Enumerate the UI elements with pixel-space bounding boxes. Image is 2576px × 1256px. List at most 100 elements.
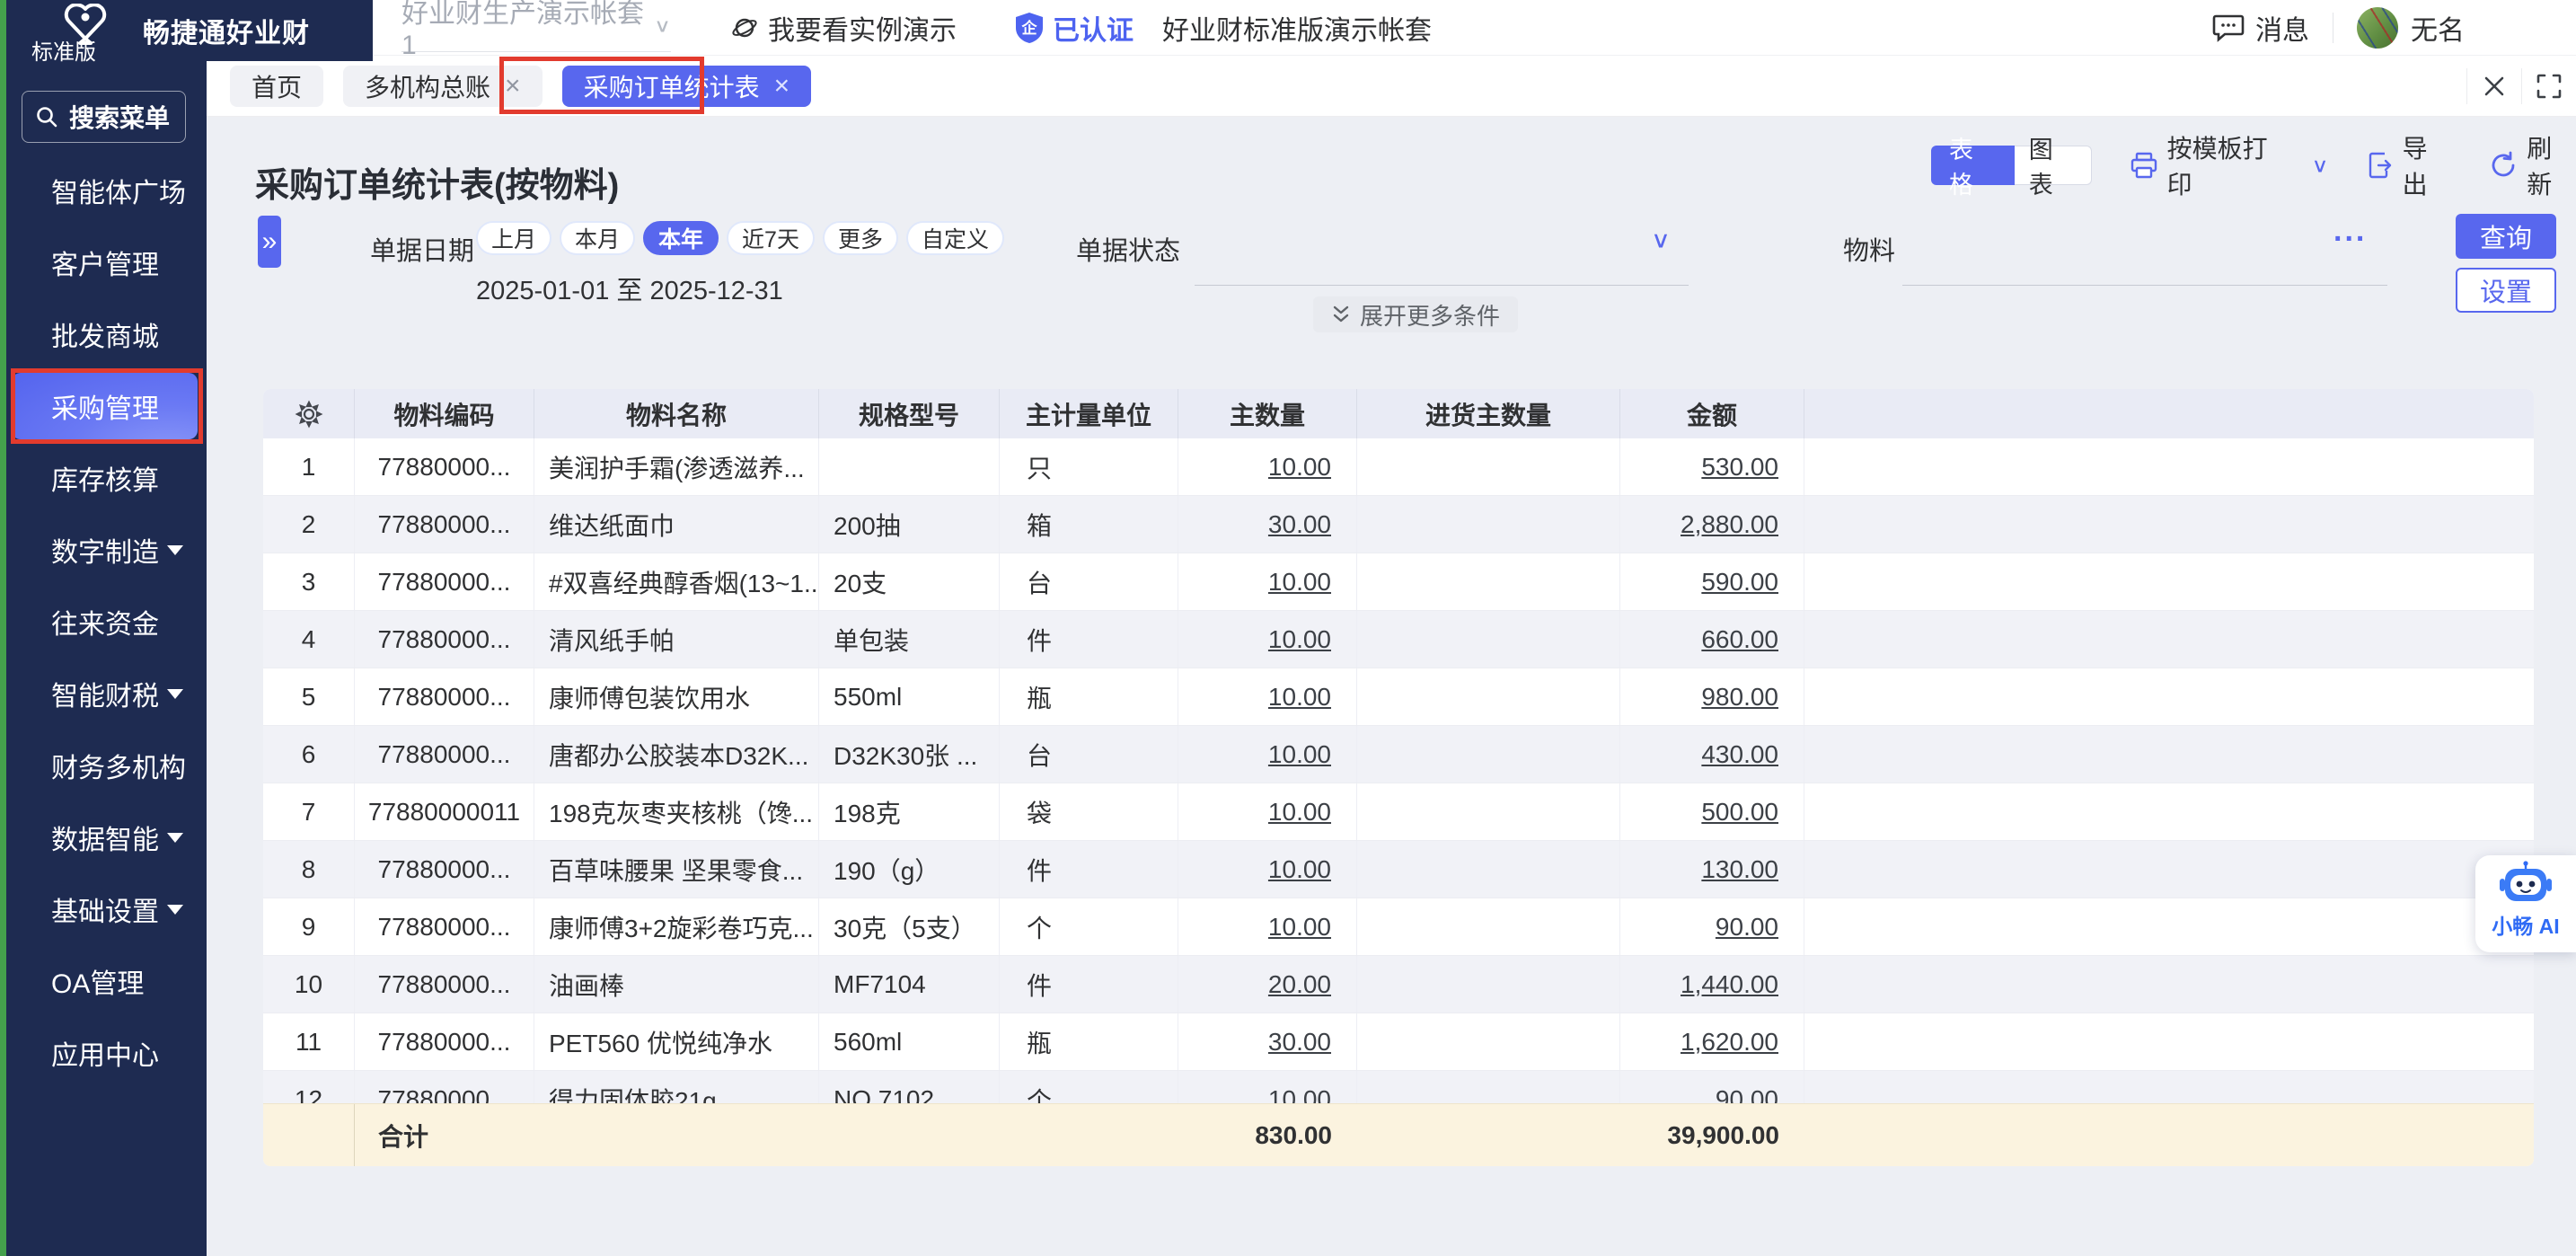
sidebar-item[interactable]: 财务多机构 — [6, 730, 207, 801]
settings-button[interactable]: 设置 — [2456, 268, 2556, 313]
amount-cell: 130.00 — [1620, 841, 1804, 898]
account-selector[interactable]: 好业财生产演示帐套1 ∨ — [401, 0, 671, 52]
material-picker-ellipsis-icon[interactable]: ... — [2333, 214, 2367, 249]
chevron-down-icon[interactable]: ∨ — [2312, 154, 2329, 177]
sidebar-item[interactable]: 智能财税 — [6, 658, 207, 730]
main-qty-link[interactable]: 30.00 — [1268, 1028, 1331, 1057]
tab[interactable]: 采购订单统计表× — [562, 66, 812, 107]
tab-close-icon[interactable]: × — [505, 73, 521, 100]
sidebar-item-label: OA管理 — [51, 961, 144, 1001]
sidebar-item[interactable]: 库存核算 — [6, 442, 207, 514]
column-header-purchase-main-qty[interactable]: 进货主数量 — [1357, 389, 1620, 438]
main-qty-link[interactable]: 10.00 — [1268, 913, 1331, 942]
main-qty-link[interactable]: 10.00 — [1268, 568, 1331, 597]
date-preset-pill[interactable]: 近7天 — [727, 221, 815, 255]
close-icon[interactable] — [2467, 56, 2521, 117]
column-header-main-qty[interactable]: 主数量 — [1178, 389, 1357, 438]
main-qty-link[interactable]: 10.00 — [1268, 1085, 1331, 1104]
sidebar-item[interactable]: 智能体广场 — [6, 155, 207, 226]
main-qty-link[interactable]: 30.00 — [1268, 510, 1331, 539]
main-qty-cell: 10.00 — [1178, 611, 1357, 668]
material-input-underline[interactable] — [1902, 285, 2387, 286]
avatar[interactable] — [2357, 7, 2398, 49]
date-filter-label: 单据日期 — [370, 230, 474, 268]
amount-link[interactable]: 1,440.00 — [1681, 970, 1778, 999]
amount-link[interactable]: 590.00 — [1701, 568, 1778, 597]
amount-link[interactable]: 980.00 — [1701, 683, 1778, 712]
column-settings-button[interactable] — [263, 389, 355, 438]
sidebar-item[interactable]: 客户管理 — [6, 226, 207, 298]
base-unit-cell: 瓶 — [1000, 668, 1178, 725]
amount-link[interactable]: 90.00 — [1716, 1085, 1778, 1104]
amount-link[interactable]: 1,620.00 — [1681, 1028, 1778, 1057]
amount-link[interactable]: 430.00 — [1701, 740, 1778, 769]
material-name-cell: PET560 优悦纯净水 — [534, 1013, 819, 1070]
query-button[interactable]: 查询 — [2456, 214, 2556, 259]
account-selector-value: 好业财生产演示帐套1 — [401, 0, 654, 61]
sidebar-item[interactable]: 数字制造 — [6, 514, 207, 586]
ai-assistant-widget[interactable]: 小畅 AI — [2475, 855, 2576, 952]
main-qty-link[interactable]: 20.00 — [1268, 970, 1331, 999]
view-toggle-table[interactable]: 表格 — [1931, 146, 2015, 185]
sidebar-item[interactable]: OA管理 — [6, 945, 207, 1017]
row-number: 9 — [263, 898, 355, 955]
amount-link[interactable]: 2,880.00 — [1681, 510, 1778, 539]
tab[interactable]: 首页 — [230, 66, 323, 107]
main-qty-link[interactable]: 10.00 — [1268, 798, 1331, 827]
amount-cell: 530.00 — [1620, 438, 1804, 495]
sidebar-item[interactable]: 数据智能 — [6, 801, 207, 873]
export-button[interactable]: 导出 — [2367, 129, 2452, 201]
main-qty-link[interactable]: 10.00 — [1268, 855, 1331, 884]
expand-more-conditions-button[interactable]: 展开更多条件 — [1313, 296, 1518, 332]
fullscreen-icon[interactable] — [2522, 56, 2576, 117]
refresh-button[interactable]: 刷新 — [2489, 129, 2576, 201]
column-header-spec-model[interactable]: 规格型号 — [819, 389, 1000, 438]
logo[interactable]: 畅捷通好业财 标准版 — [6, 0, 373, 61]
amount-link[interactable]: 90.00 — [1716, 913, 1778, 942]
sidebar-item[interactable]: 采购管理 — [6, 370, 207, 442]
main-qty-link[interactable]: 10.00 — [1268, 683, 1331, 712]
table-row: 777880000011198克灰枣夹核桃（馋...198克袋10.00500.… — [263, 783, 2534, 841]
tab[interactable]: 多机构总账× — [343, 66, 543, 107]
collapse-filters-button[interactable]: » — [258, 216, 281, 268]
main-qty-link[interactable]: 10.00 — [1268, 453, 1331, 482]
print-by-template-button[interactable]: 按模板打印 ∨ — [2130, 129, 2329, 201]
status-select-underline[interactable] — [1195, 285, 1689, 286]
date-preset-pill[interactable]: 本月 — [560, 221, 635, 255]
main-qty-link[interactable]: 10.00 — [1268, 740, 1331, 769]
screen-left-edge — [0, 0, 6, 1256]
amount-link[interactable]: 530.00 — [1701, 453, 1778, 482]
column-header-material-name[interactable]: 物料名称 — [534, 389, 819, 438]
material-code-cell: 77880000011 — [355, 783, 534, 840]
row-filler — [1804, 668, 2534, 725]
date-preset-pill[interactable]: 自定义 — [906, 221, 1004, 255]
sidebar-item[interactable]: 应用中心 — [6, 1017, 207, 1089]
sidebar-item[interactable]: 批发商城 — [6, 298, 207, 370]
date-range-value[interactable]: 2025-01-01 至 2025-12-31 — [476, 270, 783, 307]
date-preset-pill[interactable]: 本年 — [643, 221, 719, 255]
amount-link[interactable]: 130.00 — [1701, 855, 1778, 884]
column-header-material-code[interactable]: 物料编码 — [355, 389, 534, 438]
material-filter-label: 物料 — [1843, 230, 1895, 268]
row-number: 11 — [263, 1013, 355, 1070]
chevron-down-icon[interactable]: ∨ — [1651, 227, 1671, 254]
main-qty-link[interactable]: 10.00 — [1268, 625, 1331, 654]
column-header-base-unit[interactable]: 主计量单位 — [1000, 389, 1178, 438]
amount-link[interactable]: 500.00 — [1701, 798, 1778, 827]
sidebar-item[interactable]: 往来资金 — [6, 586, 207, 658]
view-toggle-chart[interactable]: 图表 — [2015, 146, 2092, 185]
column-header-amount[interactable]: 金额 — [1620, 389, 1804, 438]
sidebar-item[interactable]: 基础设置 — [6, 873, 207, 945]
menu-search-input[interactable]: 搜索菜单 — [22, 91, 186, 143]
sidebar-menu: 智能体广场客户管理批发商城采购管理库存核算数字制造往来资金智能财税财务多机构数据… — [6, 155, 207, 1089]
tab-close-icon[interactable]: × — [774, 73, 790, 100]
demo-link[interactable]: 我要看实例演示 — [730, 8, 957, 48]
footer-spacer — [263, 1104, 355, 1166]
date-preset-pill[interactable]: 上月 — [476, 221, 551, 255]
date-preset-pill[interactable]: 更多 — [823, 221, 898, 255]
material-name-cell: 油画棒 — [534, 956, 819, 1013]
certified-badge[interactable]: 企 已认证 — [1014, 8, 1134, 48]
sidebar-item-label: 应用中心 — [51, 1033, 159, 1073]
messages-button[interactable]: 消息 — [2212, 8, 2309, 48]
amount-link[interactable]: 660.00 — [1701, 625, 1778, 654]
